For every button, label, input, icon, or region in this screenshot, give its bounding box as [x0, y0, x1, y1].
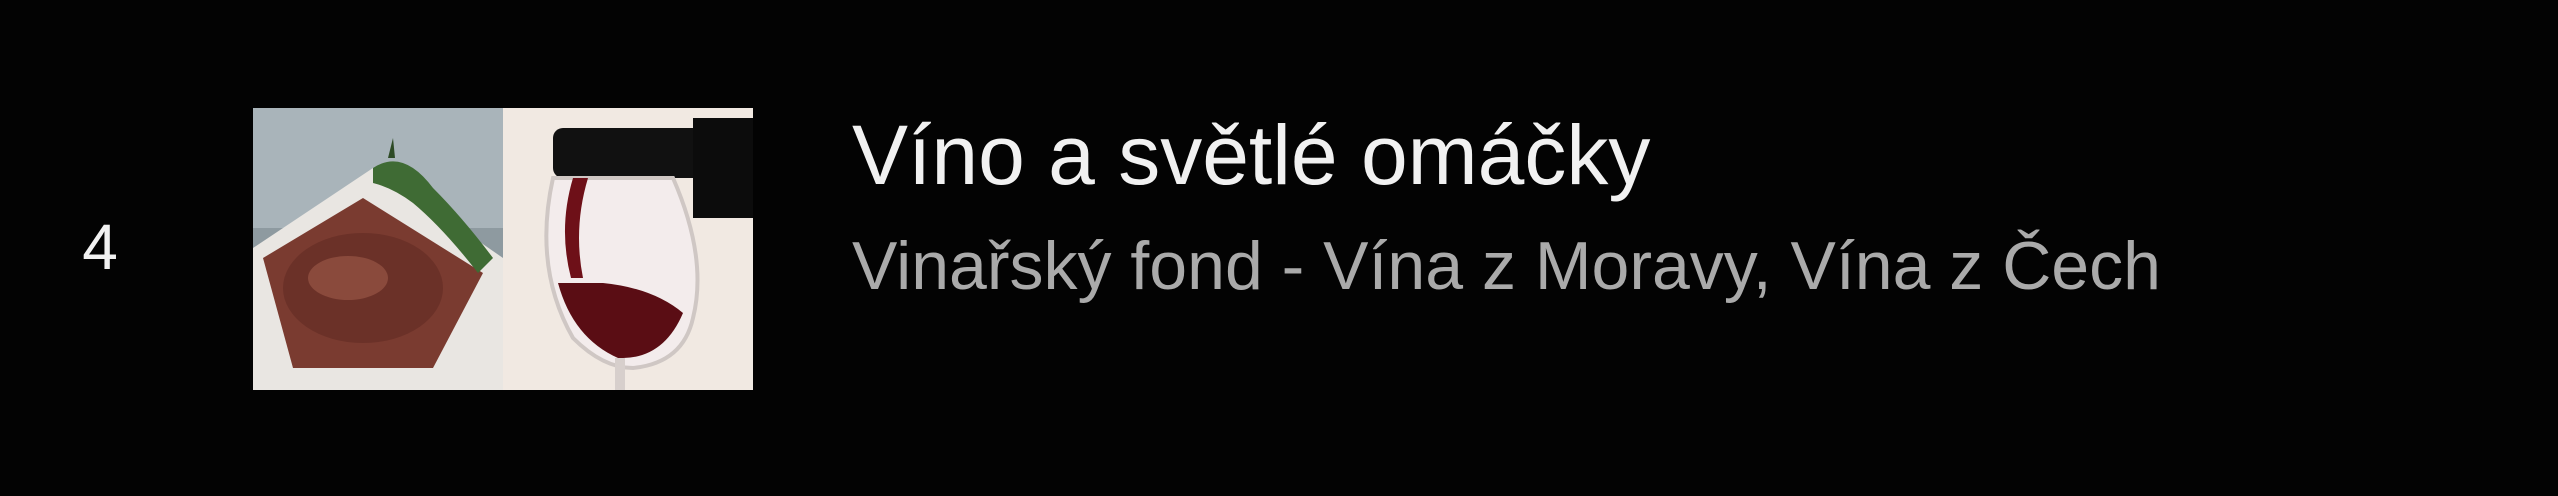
video-title[interactable]: Víno a světlé omáčky [852, 100, 1650, 210]
playlist-item[interactable]: 4 Víno a světlé omáčky Vinařský fond - V… [0, 0, 2558, 496]
video-thumbnail[interactable] [253, 108, 753, 390]
wine-and-dish-thumbnail-icon [253, 108, 753, 390]
channel-name[interactable]: Vinařský fond - Vína z Moravy, Vína z Če… [852, 216, 2161, 316]
playlist-index: 4 [82, 211, 118, 283]
